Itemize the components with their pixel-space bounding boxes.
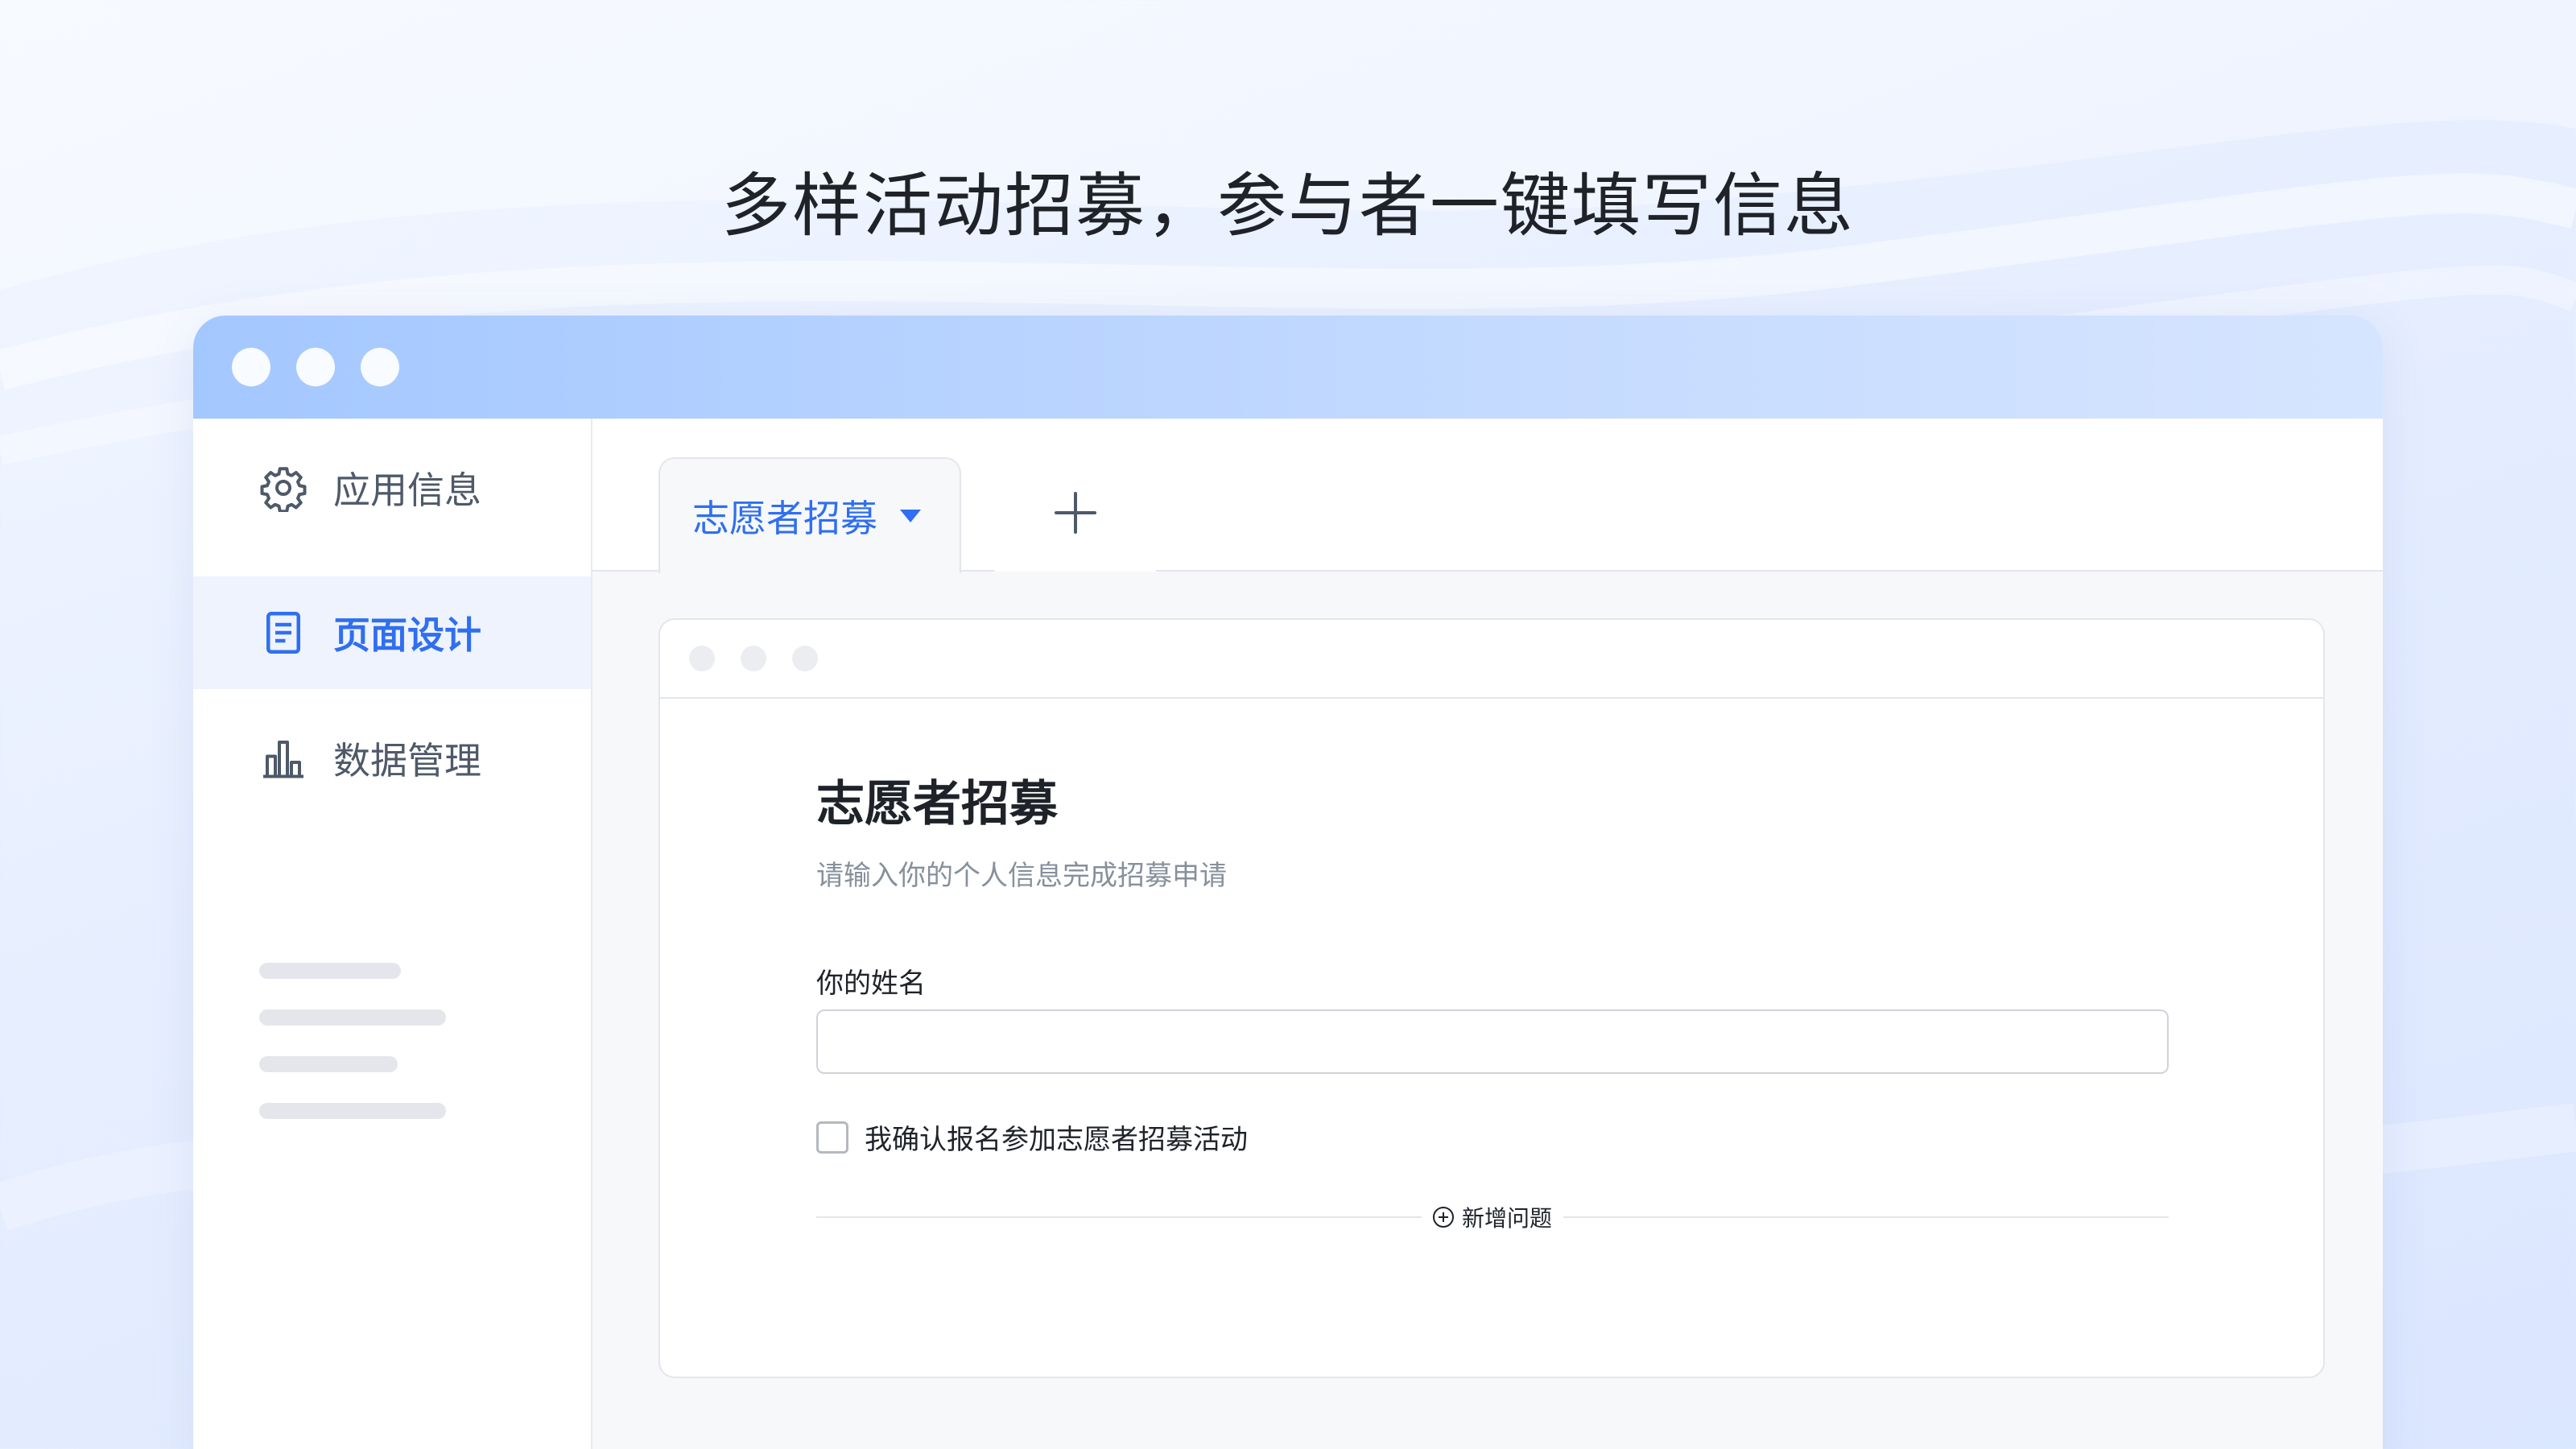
sidebar: 应用信息 页面设计 数据管理 bbox=[193, 419, 592, 1449]
form-title: 志愿者招募 bbox=[816, 776, 1058, 832]
sidebar-item-app-info[interactable]: 应用信息 bbox=[193, 431, 591, 544]
preview-dot-3 bbox=[792, 646, 818, 671]
tab-label: 志愿者招募 bbox=[692, 497, 877, 540]
app-window: 应用信息 页面设计 数据管理 志愿者招募 志愿者招募 请输入你的个人信息完成招募… bbox=[193, 316, 2383, 1449]
plus-icon bbox=[1051, 489, 1100, 540]
confirm-checkbox[interactable] bbox=[816, 1121, 848, 1154]
form-preview: 志愿者招募 请输入你的个人信息完成招募申请 你的姓名 我确认报名参加志愿者招募活… bbox=[658, 618, 2325, 1378]
placeholder-line bbox=[259, 1103, 446, 1119]
tab-volunteer-recruitment[interactable]: 志愿者招募 bbox=[658, 457, 961, 573]
preview-dot-2 bbox=[741, 646, 766, 671]
sidebar-item-label: 页面设计 bbox=[333, 613, 481, 657]
window-titlebar bbox=[193, 316, 2383, 419]
add-question-button[interactable]: 新增问题 bbox=[1421, 1199, 1564, 1235]
sidebar-item-label: 数据管理 bbox=[333, 739, 481, 782]
form-description: 请输入你的个人信息完成招募申请 bbox=[816, 860, 1227, 892]
add-question-label: 新增问题 bbox=[1461, 1205, 1553, 1232]
confirm-row[interactable]: 我确认报名参加志愿者招募活动 bbox=[816, 1117, 1248, 1157]
placeholder-line bbox=[259, 1056, 398, 1072]
confirm-label: 我确认报名参加志愿者招募活动 bbox=[865, 1124, 1248, 1156]
add-tab-button[interactable] bbox=[995, 457, 1156, 572]
sidebar-item-page-design[interactable]: 页面设计 bbox=[193, 576, 591, 689]
placeholder-line bbox=[259, 1009, 446, 1026]
bar-chart-icon bbox=[258, 733, 309, 784]
name-field-label: 你的姓名 bbox=[816, 968, 926, 1000]
sidebar-item-label: 应用信息 bbox=[333, 469, 481, 512]
placeholder-line bbox=[259, 963, 401, 979]
name-input[interactable] bbox=[816, 1009, 2169, 1074]
window-dot-2 bbox=[296, 348, 335, 386]
window-dot-1 bbox=[232, 348, 270, 386]
window-dot-3 bbox=[361, 348, 399, 386]
headline: 多样活动招募，参与者一键填写信息 bbox=[721, 166, 1855, 246]
gear-icon bbox=[258, 462, 309, 514]
add-question-divider: 新增问题 bbox=[816, 1199, 2169, 1235]
tab-bar: 志愿者招募 bbox=[592, 419, 2383, 573]
sidebar-item-data-management[interactable]: 数据管理 bbox=[193, 702, 591, 815]
document-icon bbox=[258, 607, 309, 658]
plus-circle-icon bbox=[1432, 1207, 1454, 1228]
caret-down-icon[interactable] bbox=[900, 510, 921, 522]
preview-titlebar bbox=[660, 620, 2323, 699]
main-area: 志愿者招募 志愿者招募 请输入你的个人信息完成招募申请 你的姓名 我确认报名参加… bbox=[592, 419, 2383, 1449]
preview-dot-1 bbox=[689, 646, 715, 671]
